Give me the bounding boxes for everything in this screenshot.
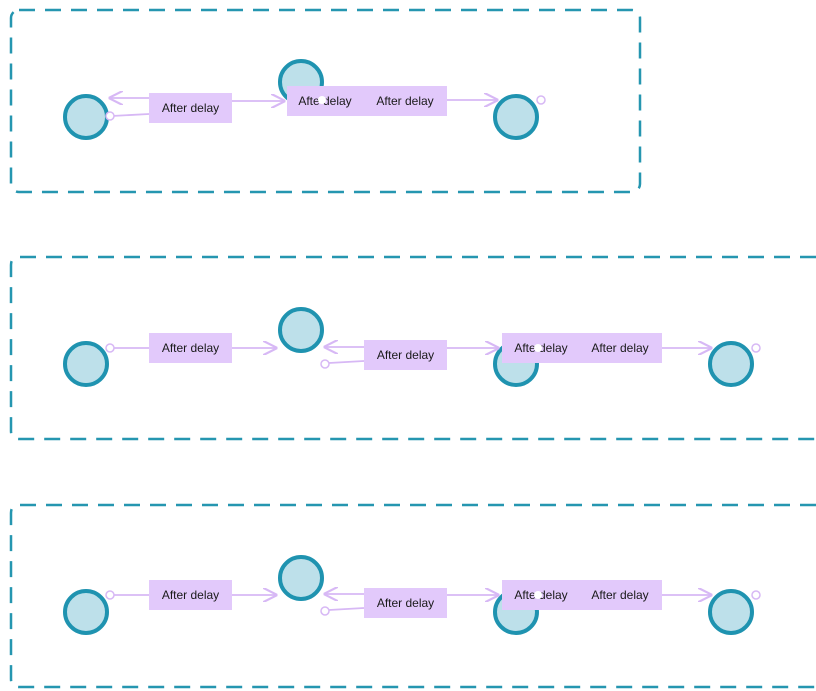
transition-label[interactable]: After delay xyxy=(149,93,232,123)
connector-handle[interactable] xyxy=(105,111,115,121)
connector-handle[interactable] xyxy=(105,590,115,600)
prototype-flow-canvas: After delay Afte delay After delay After… xyxy=(9,8,816,689)
connector-handle[interactable] xyxy=(751,590,761,600)
connector-handle[interactable] xyxy=(751,343,761,353)
transition-label-text: After delay xyxy=(377,596,434,610)
connector-handle[interactable] xyxy=(318,96,326,104)
transition-label[interactable]: After delay xyxy=(364,340,447,370)
state-node[interactable] xyxy=(63,341,109,387)
transition-label-text: After delay xyxy=(591,588,648,602)
transition-label[interactable]: After delay xyxy=(149,580,232,610)
transition-label-text: After delay xyxy=(162,588,219,602)
connector-handle[interactable] xyxy=(534,344,542,352)
state-node[interactable] xyxy=(63,589,109,635)
transition-arrow[interactable] xyxy=(328,607,365,611)
connector-handle[interactable] xyxy=(536,95,546,105)
state-node[interactable] xyxy=(708,341,754,387)
transition-label-text: After delay xyxy=(591,341,648,355)
connector-handle[interactable] xyxy=(320,359,330,369)
transition-label-text: After delay xyxy=(162,101,219,115)
transition-label-overlap[interactable]: Afte delay After delay xyxy=(287,86,447,116)
connector-handle[interactable] xyxy=(320,606,330,616)
transition-arrow[interactable] xyxy=(328,360,365,364)
flow-group-2: After delay After delay Afte delay After… xyxy=(9,255,816,441)
transition-label-text: After delay xyxy=(162,341,219,355)
transition-label-overlap[interactable]: Afte delay After delay xyxy=(502,580,662,610)
transition-label[interactable]: After delay xyxy=(364,588,447,618)
connector-handle[interactable] xyxy=(534,591,542,599)
state-node[interactable] xyxy=(708,589,754,635)
state-node[interactable] xyxy=(278,555,324,601)
state-node[interactable] xyxy=(493,94,539,140)
transition-label[interactable]: After delay xyxy=(149,333,232,363)
state-node[interactable] xyxy=(278,307,324,353)
transition-label-overlap[interactable]: Afte delay After delay xyxy=(502,333,662,363)
flow-group-3: After delay After delay Afte delay After… xyxy=(9,503,816,689)
state-node[interactable] xyxy=(63,94,109,140)
flow-group-1: After delay Afte delay After delay xyxy=(9,8,642,194)
transition-label-text: After delay xyxy=(377,348,434,362)
transition-arrow[interactable] xyxy=(111,113,150,117)
transition-label-text: After delay xyxy=(376,94,433,108)
connector-handle[interactable] xyxy=(105,343,115,353)
